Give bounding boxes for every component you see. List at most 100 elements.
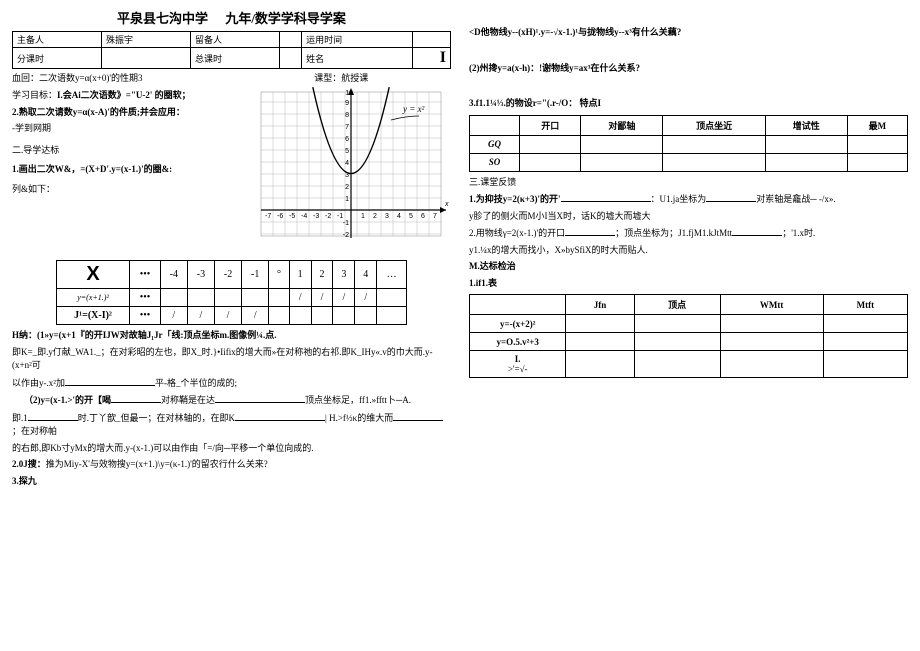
prop-row: GQ <box>470 135 520 153</box>
r3a: 2.用物线γ=2(x-1.)'的开口 <box>469 228 565 238</box>
values-table: X ••• -4 -3 -2 -1 ° 1 2 3 4 … y=(x+1.)² … <box>56 260 407 325</box>
col-cell: 2 <box>311 261 333 289</box>
hdr-cell: 分课时 <box>13 48 102 69</box>
hdr-cell <box>413 32 451 48</box>
task1-eq: =(X+D'.y=(x-1.)'的圈&: <box>80 164 172 174</box>
slash-cell: / <box>311 289 333 307</box>
prop-hdr: 开口 <box>520 115 581 135</box>
q3: 3.f1.1¼⅓.的物设r="(.r-/O： 特点I <box>469 97 908 111</box>
goal-2: 2.熟取二次请数y=α(x-A)'的件质;并会应用： <box>12 106 251 120</box>
svg-text:-4: -4 <box>301 213 307 220</box>
final-hdr: 顶点 <box>634 295 720 315</box>
col-cell: 3 <box>333 261 355 289</box>
right-column: <D他物线y--(xH)¹.y=-√x-1.)¹与拢物线y--x³有什么关藕? … <box>469 8 908 643</box>
k-line: 即K=_即.y仃献_WA1._；在对彩昭的左也，即X_时.}•Iifix的增大而… <box>12 346 451 373</box>
properties-table: 开口 对鄙轴 顶点坐近 增试性 最M GQ SO <box>469 115 908 172</box>
svg-text:7: 7 <box>433 213 437 220</box>
hdr-cell: I <box>413 48 451 69</box>
p6: 3.探九 <box>12 475 451 489</box>
hdr-cell: 主备人 <box>13 32 102 48</box>
k-line2: 以作由y-.x²加 <box>12 378 65 388</box>
sec3: 三.课堂反馈 <box>469 176 908 190</box>
col-cell: -4 <box>160 261 187 289</box>
final-hdr: WMtt <box>720 295 823 315</box>
hdr-cell: 殊振宇 <box>101 32 190 48</box>
slash-cell: / <box>160 307 187 325</box>
hdr-cell <box>279 48 301 69</box>
final-row: I.>'=√- <box>470 351 566 378</box>
slash-cell: / <box>242 307 269 325</box>
guide-2: 二.导学达标 <box>12 144 251 158</box>
svg-text:-2: -2 <box>325 213 331 220</box>
p2-end: 顶点坐标足，ff1.»fftt卜─A. <box>305 395 411 405</box>
topic-row: 血回：二次语数y=α(x+0)'的性期3 课型：航授课 <box>12 71 451 84</box>
doc-title: 平泉县七沟中学 九年/数学学科导学案 <box>12 8 451 27</box>
final-table: Jfn 顶点 WMtt Mtft y=-(x+2)² y=O.5.v²+3 I.… <box>469 294 908 378</box>
prop-row: SO <box>470 153 520 171</box>
graph-left-text: 学习目标：I.会Ai二次语数》="U-2' 的圈软； 2.熟取二次请数y=α(x… <box>12 86 251 256</box>
svg-text:-1: -1 <box>343 220 349 227</box>
q2: (2)州搀y=a(x-h)：!谢物线y=ax³在什么关系? <box>469 62 908 76</box>
p5-label: 2.0J搜： <box>12 459 46 469</box>
row2-label: J¹=(X-I)² <box>56 307 129 325</box>
parabola-graph: -7-6-5-4-3-2-1 1234567 12345678910 -1-2 … <box>251 86 451 256</box>
col-cell: 1 <box>289 261 311 289</box>
p3c: | H.>f½κ的维大而 <box>325 413 393 423</box>
svg-text:-7: -7 <box>265 213 271 220</box>
prop-hdr: 顶点坐近 <box>663 115 765 135</box>
prop-hdr: 对鄙轴 <box>581 115 663 135</box>
hdr-cell: 总课时 <box>190 48 279 69</box>
svg-text:9: 9 <box>345 100 349 107</box>
goals-label: 学习目标： <box>12 90 57 100</box>
svg-text:3: 3 <box>385 213 389 220</box>
hnote-label: H纳： <box>12 330 37 340</box>
x-header: X <box>56 261 129 289</box>
final-row: y=O.5.v²+3 <box>470 333 566 351</box>
slash-cell: / <box>333 289 355 307</box>
dots-cell: ••• <box>130 307 161 325</box>
p2-label: （2)y=(x-1.>'的开【喝 <box>24 395 111 405</box>
type-label: 课型： <box>314 73 341 83</box>
svg-text:5: 5 <box>409 213 413 220</box>
col-cell: … <box>377 261 407 289</box>
r4: y1.¼x的增大而找小，X»bySfiX的时大而贴人. <box>469 244 908 258</box>
row1-label: y=(x+1.)² <box>56 289 129 307</box>
task1-label: 1.画出二次W&， <box>12 164 80 174</box>
p3a: 即.1 <box>12 413 28 423</box>
p5: 推为Miy-X'与效物搜y=(x+1.)\y=(κ-1.)'的留农行什么关来? <box>46 459 268 469</box>
col-cell: 4 <box>355 261 377 289</box>
curve-label: y = x² <box>402 104 425 114</box>
k-line2-end: 平-格_个半位的成的; <box>155 378 237 388</box>
svg-text:4: 4 <box>345 160 349 167</box>
svg-text:2: 2 <box>345 184 349 191</box>
p3d: ；在对称帕 <box>12 426 57 436</box>
svg-text:-6: -6 <box>277 213 283 220</box>
r1b: ：U1.ja坐标为 <box>651 194 707 204</box>
svg-text:-1: -1 <box>337 213 343 220</box>
r1c: 对岽轴是龕战─ -/x». <box>756 194 835 204</box>
prop-hdr: 增试性 <box>765 115 847 135</box>
svg-text:8: 8 <box>345 112 349 119</box>
d-line: <D他物线y--(xH)¹.y=-√x-1.)¹与拢物线y--x³有什么关藕? <box>469 26 908 40</box>
left-column: 平泉县七沟中学 九年/数学学科导学案 主备人 殊振宇 留备人 运用时间 分课时 … <box>12 8 451 643</box>
svg-text:10: 10 <box>345 90 353 97</box>
dots-cell: ••• <box>130 261 161 289</box>
svg-text:7: 7 <box>345 124 349 131</box>
final-hdr <box>470 295 566 315</box>
topic-text: 二次语数y=α(x+0)'的性期3 <box>39 73 142 83</box>
goal-1: I.会Ai二次语数》="U-2' 的圈软； <box>57 90 191 100</box>
hdr-cell: 运用时间 <box>302 32 413 48</box>
r3c: ；'1.x时. <box>782 228 815 238</box>
svg-text:4: 4 <box>397 213 401 220</box>
prop-hdr <box>470 115 520 135</box>
svg-text:6: 6 <box>345 136 349 143</box>
svg-text:-5: -5 <box>289 213 295 220</box>
r1a: 1.为抑技y=2(κ+3)'的开' <box>469 194 561 204</box>
slash-cell: / <box>215 307 242 325</box>
slash-cell: / <box>289 289 311 307</box>
r6: 1.if1.表 <box>469 277 908 291</box>
x-label: x <box>444 201 449 208</box>
school-name: 平泉县七沟中学 <box>117 11 208 26</box>
dots-cell: ••• <box>130 289 161 307</box>
svg-text:5: 5 <box>345 148 349 155</box>
